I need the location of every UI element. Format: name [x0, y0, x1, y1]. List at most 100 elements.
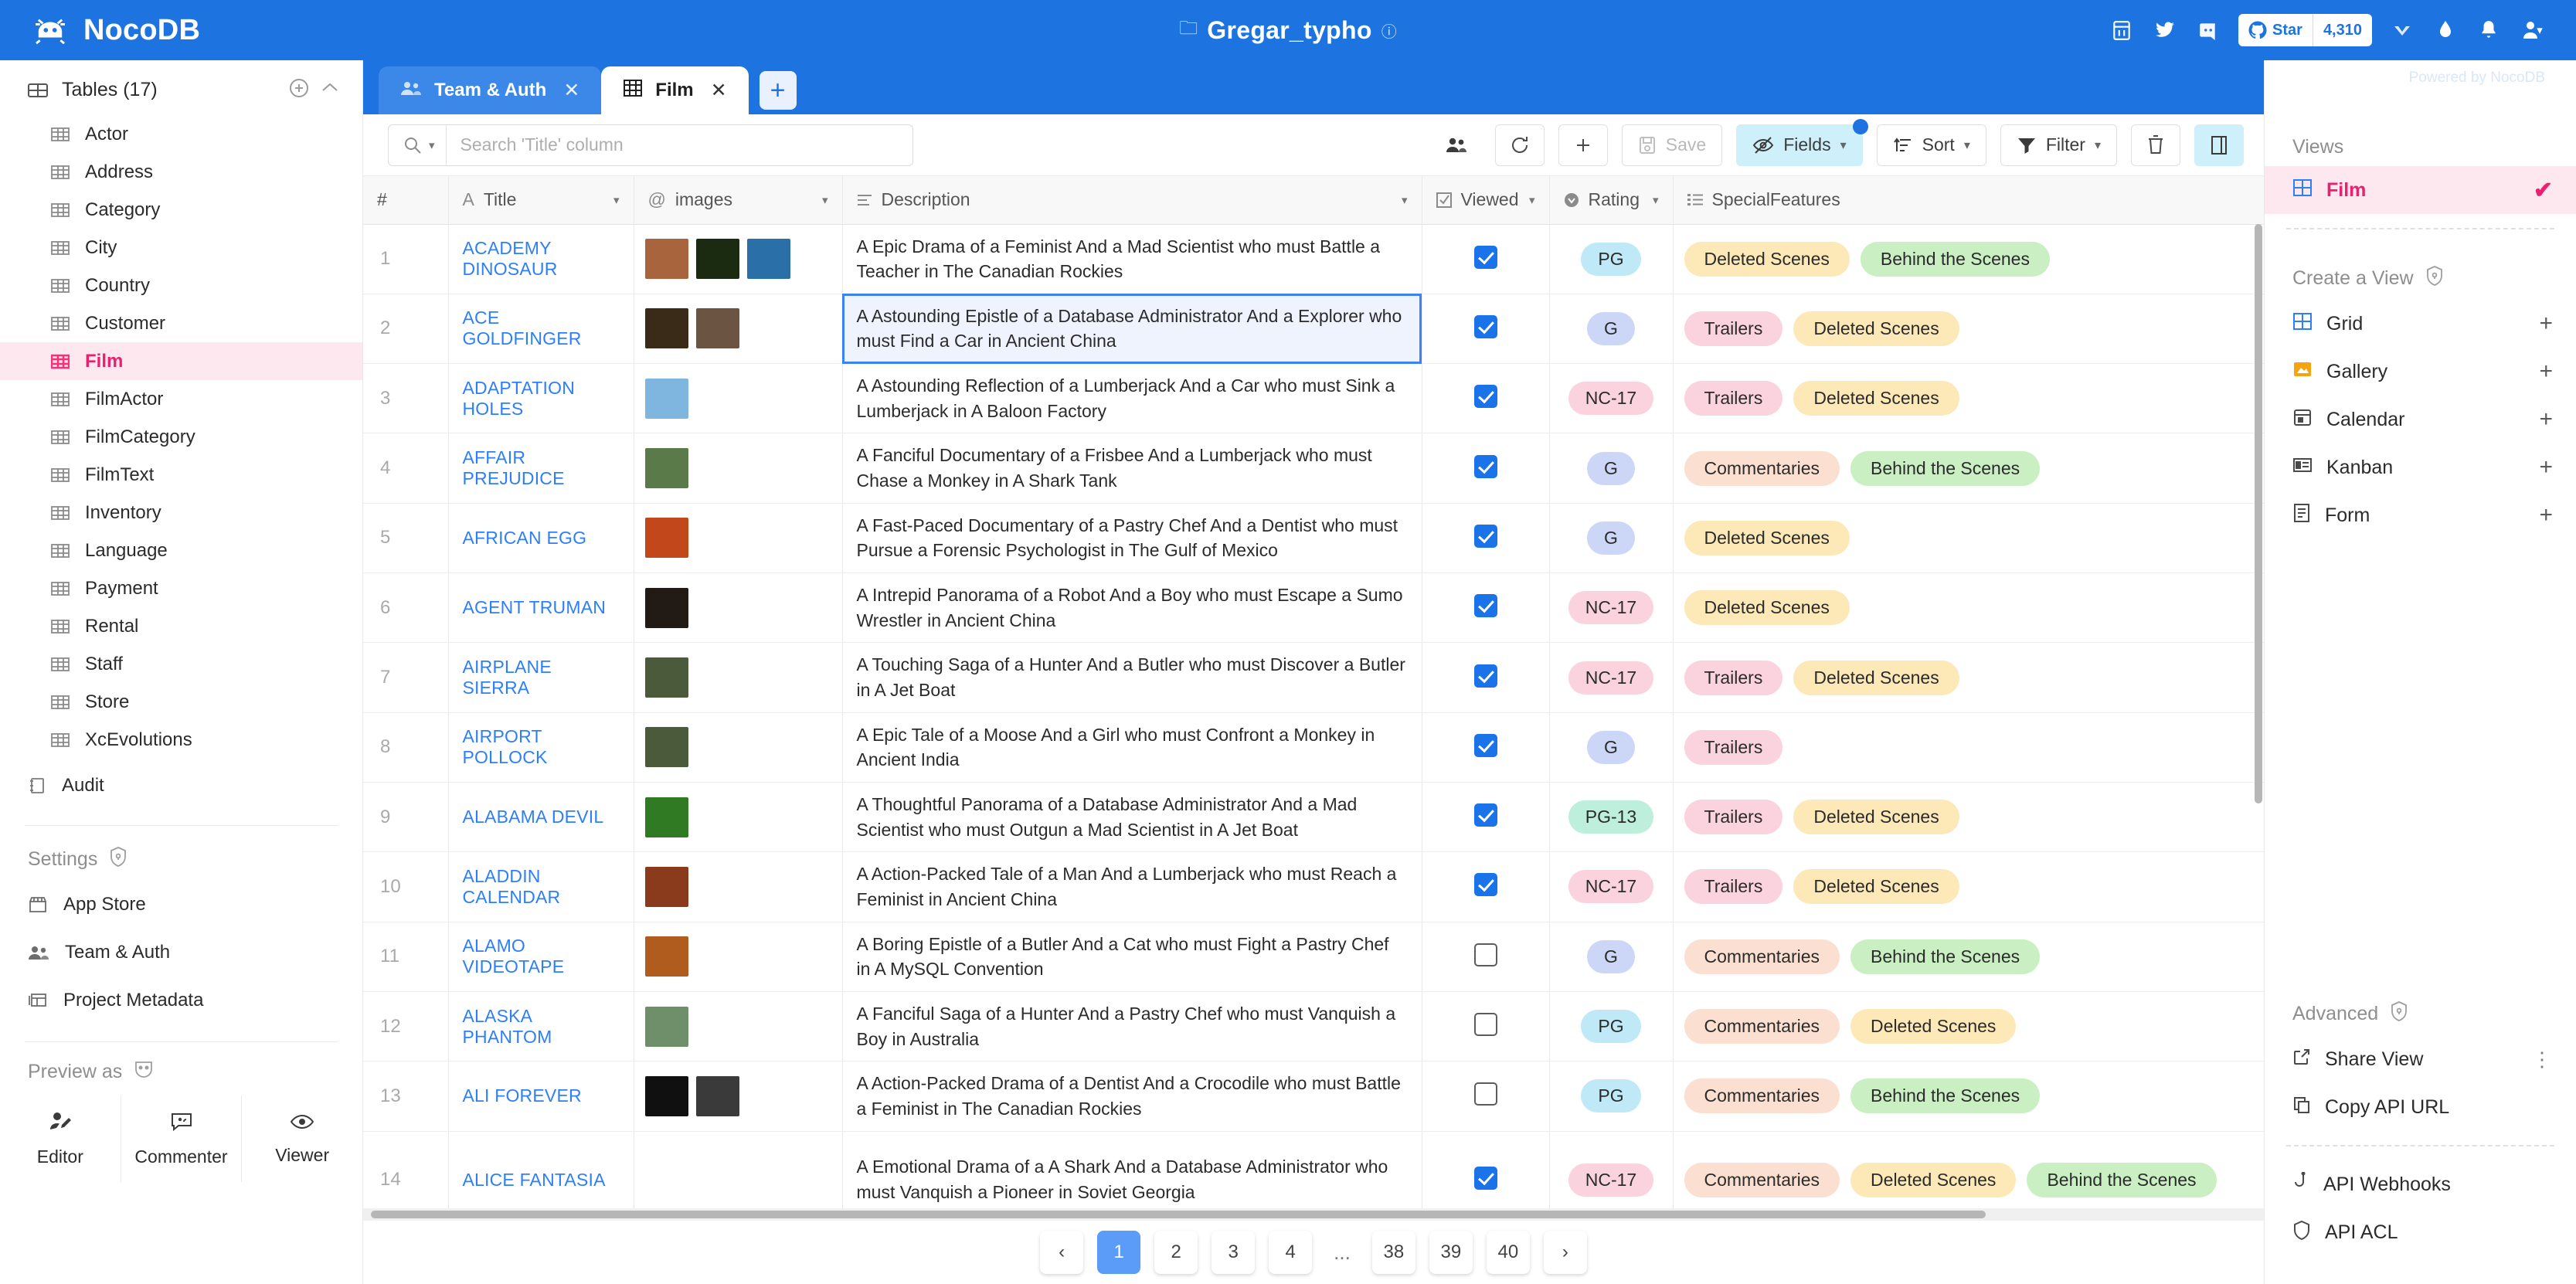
cell-rating[interactable]: G	[1549, 294, 1673, 363]
sidebar-item-app-store[interactable]: App Store	[0, 881, 362, 929]
table-row[interactable]: 6AGENT TRUMANA Intrepid Panorama of a Ro…	[363, 573, 2264, 643]
tab-film[interactable]: Film ✕	[601, 66, 748, 114]
sidebar-table-store[interactable]: Store	[0, 683, 362, 721]
cell-description[interactable]: A Epic Tale of a Moose And a Girl who mu…	[842, 712, 1422, 782]
cell-images[interactable]	[634, 503, 842, 572]
cell-description[interactable]: A Action-Packed Drama of a Dentist And a…	[842, 1062, 1422, 1131]
prev-page-button[interactable]: ‹	[1040, 1231, 1083, 1274]
cell-rating[interactable]: NC-17	[1549, 364, 1673, 433]
collaborators-button[interactable]	[1432, 124, 1481, 166]
title-link[interactable]: ACADEMY DINOSAUR	[463, 238, 558, 279]
thumbnail-image[interactable]	[645, 448, 688, 488]
close-icon[interactable]: ✕	[711, 79, 727, 102]
sidebar-table-filmactor[interactable]: FilmActor	[0, 380, 362, 418]
add-kanban-view-icon[interactable]: +	[2539, 454, 2553, 481]
thumbnail-image[interactable]	[645, 308, 688, 348]
add-grid-view-icon[interactable]: +	[2539, 311, 2553, 337]
table-row[interactable]: 12ALASKA PHANTOMA Fanciful Saga of a Hun…	[363, 991, 2264, 1061]
cell-viewed[interactable]	[1422, 991, 1549, 1061]
viewed-checkbox[interactable]	[1474, 315, 1497, 338]
cell-specialfeatures[interactable]: Deleted ScenesBehind the Scenes	[1673, 224, 2264, 294]
next-page-button[interactable]: ›	[1544, 1231, 1587, 1274]
sidebar-table-country[interactable]: Country	[0, 267, 362, 304]
cell-description[interactable]: A Emotional Drama of a A Shark And a Dat…	[842, 1131, 1422, 1221]
cell-viewed[interactable]	[1422, 224, 1549, 294]
table-row[interactable]: 1ACADEMY DINOSAURA Epic Drama of a Femin…	[363, 224, 2264, 294]
cell-images[interactable]	[634, 294, 842, 363]
cell-viewed[interactable]	[1422, 1062, 1549, 1131]
save-button[interactable]: Save	[1622, 124, 1722, 166]
info-icon[interactable]: ⓘ	[1381, 19, 1397, 42]
sidebar-item-project-metadata[interactable]: Project Metadata	[0, 977, 362, 1024]
discord-icon[interactable]	[2195, 17, 2221, 43]
cell-title[interactable]: AIRPLANE SIERRA	[448, 643, 634, 712]
viewed-checkbox[interactable]	[1474, 246, 1497, 269]
column-header-rating[interactable]: Rating ▾	[1549, 176, 1673, 224]
viewed-checkbox[interactable]	[1474, 594, 1497, 617]
cell-images[interactable]	[634, 712, 842, 782]
create-view-kanban[interactable]: Kanban +	[2265, 443, 2576, 491]
title-link[interactable]: ADAPTATION HOLES	[463, 378, 576, 419]
title-link[interactable]: ALICE FANTASIA	[463, 1170, 606, 1190]
table-row[interactable]: 9ALABAMA DEVILA Thoughtful Panorama of a…	[363, 783, 2264, 852]
chevron-down-icon[interactable]: ▾	[1529, 193, 1535, 207]
cell-viewed[interactable]	[1422, 712, 1549, 782]
close-icon[interactable]: ✕	[563, 79, 579, 102]
viewed-checkbox[interactable]	[1474, 943, 1497, 966]
cell-images[interactable]	[634, 1062, 842, 1131]
chevron-down-icon[interactable]: ▾	[1402, 193, 1408, 207]
sidebar-table-xcevolutions[interactable]: XcEvolutions	[0, 721, 362, 759]
fields-button[interactable]: Fields ▾	[1736, 124, 1862, 166]
cell-title[interactable]: ALABAMA DEVIL	[448, 783, 634, 852]
cell-title[interactable]: ADAPTATION HOLES	[448, 364, 634, 433]
cell-viewed[interactable]	[1422, 433, 1549, 503]
cell-description[interactable]: A Boring Epistle of a Butler And a Cat w…	[842, 922, 1422, 991]
tab-team-auth[interactable]: Team & Auth ✕	[379, 66, 601, 114]
viewed-checkbox[interactable]	[1474, 1167, 1497, 1190]
cell-rating[interactable]: PG-13	[1549, 783, 1673, 852]
cell-viewed[interactable]	[1422, 783, 1549, 852]
cell-viewed[interactable]	[1422, 573, 1549, 643]
table-row[interactable]: 2ACE GOLDFINGERA Astounding Epistle of a…	[363, 294, 2264, 363]
page-button-1[interactable]: 1	[1097, 1231, 1140, 1274]
filter-button[interactable]: Filter ▾	[2000, 124, 2117, 166]
viewed-checkbox[interactable]	[1474, 525, 1497, 548]
page-button-38[interactable]: 38	[1372, 1231, 1415, 1274]
table-row[interactable]: 4AFFAIR PREJUDICEA Fanciful Documentary …	[363, 433, 2264, 503]
scroll-thumb[interactable]	[371, 1211, 1986, 1218]
sidebar-table-film[interactable]: Film	[0, 342, 362, 380]
cell-specialfeatures[interactable]: CommentariesDeleted ScenesBehind the Sce…	[1673, 1131, 2264, 1221]
cell-rating[interactable]: PG	[1549, 991, 1673, 1061]
cell-title[interactable]: AIRPORT POLLOCK	[448, 712, 634, 782]
thumbnail-image[interactable]	[696, 239, 739, 279]
thumbnail-image[interactable]	[645, 867, 688, 907]
cell-specialfeatures[interactable]: TrailersDeleted Scenes	[1673, 294, 2264, 363]
cell-images[interactable]	[634, 991, 842, 1061]
cell-images[interactable]	[634, 433, 842, 503]
search-icon[interactable]: ▾	[389, 135, 446, 155]
cell-description[interactable]: A Fast-Paced Documentary of a Pastry Che…	[842, 503, 1422, 572]
sidebar-table-filmcategory[interactable]: FilmCategory	[0, 418, 362, 456]
cell-specialfeatures[interactable]: Deleted Scenes	[1673, 573, 2264, 643]
cell-images[interactable]	[634, 922, 842, 991]
column-header-num[interactable]: #	[363, 176, 448, 224]
github-star-button[interactable]: Star 4,310	[2238, 14, 2372, 46]
create-view-form[interactable]: Form +	[2265, 491, 2576, 539]
thumbnail-image[interactable]	[645, 797, 688, 837]
sidebar-table-city[interactable]: City	[0, 229, 362, 267]
cell-images[interactable]	[634, 643, 842, 712]
add-table-icon[interactable]	[288, 77, 310, 103]
advanced-api-acl[interactable]: API ACL	[2265, 1208, 2576, 1256]
search-input[interactable]	[447, 134, 912, 155]
cell-title[interactable]: ALASKA PHANTOM	[448, 991, 634, 1061]
cell-description[interactable]: A Intrepid Panorama of a Robot And a Boy…	[842, 573, 1422, 643]
chevron-down-icon[interactable]: ▾	[822, 193, 828, 207]
cell-rating[interactable]: G	[1549, 433, 1673, 503]
cell-title[interactable]: AGENT TRUMAN	[448, 573, 634, 643]
cell-rating[interactable]: G	[1549, 922, 1673, 991]
cell-specialfeatures[interactable]: CommentariesBehind the Scenes	[1673, 922, 2264, 991]
cell-description[interactable]: A Action-Packed Tale of a Man And a Lumb…	[842, 852, 1422, 922]
column-header-description[interactable]: Description ▾	[842, 176, 1422, 224]
preview-role-commenter[interactable]: Commenter	[121, 1095, 243, 1182]
viewed-checkbox[interactable]	[1474, 803, 1497, 827]
